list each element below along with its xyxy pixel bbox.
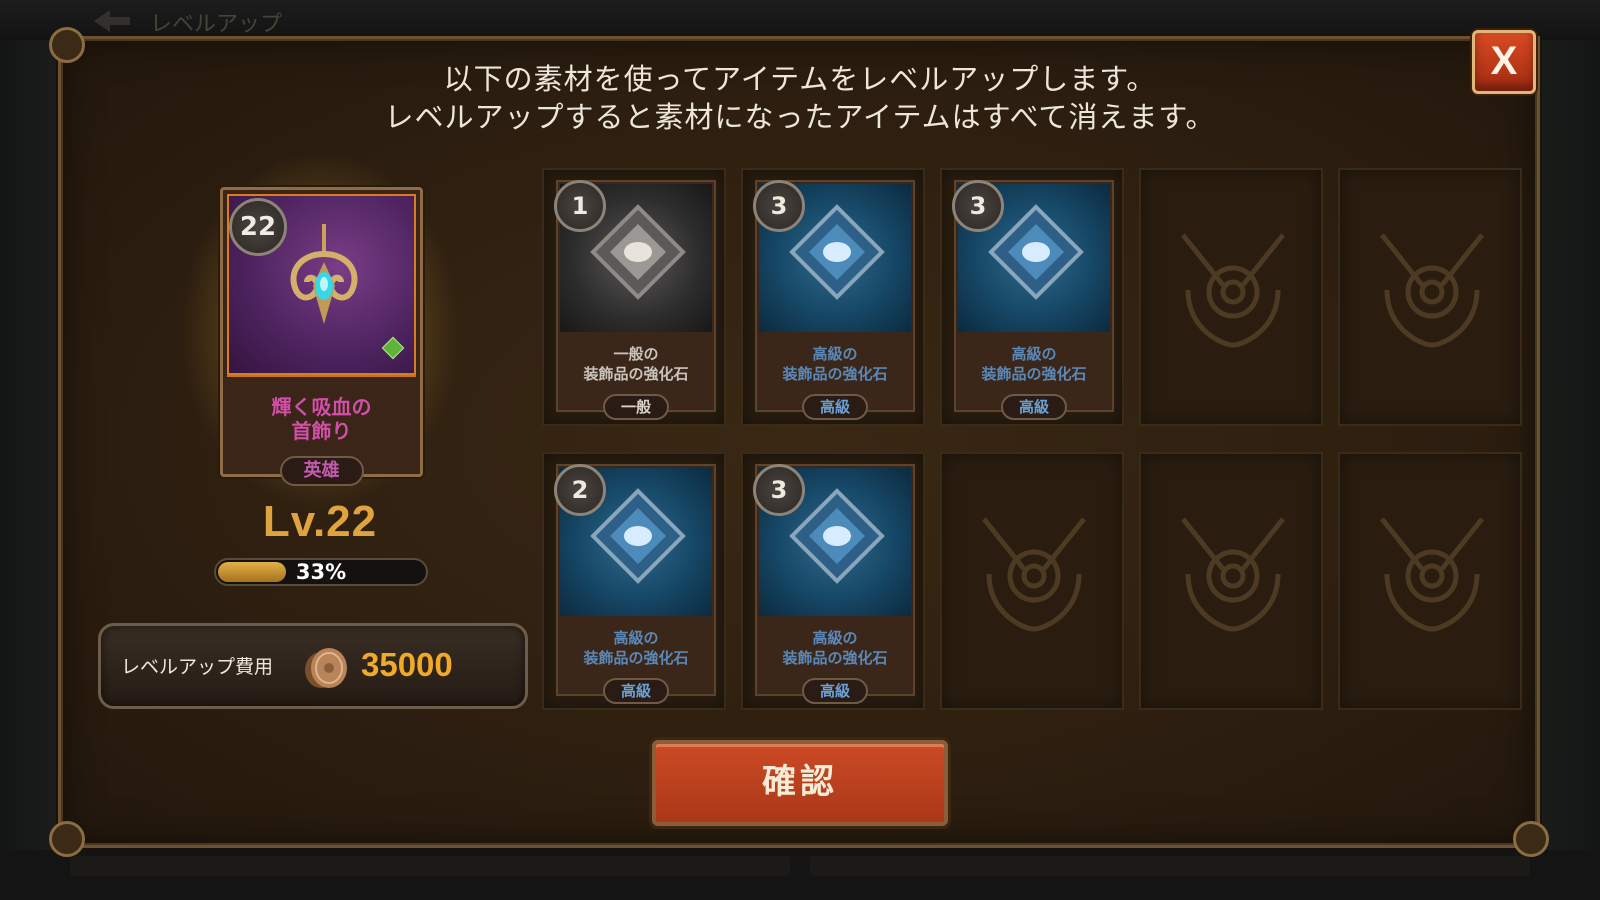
material-card: 2 高級の 装飾品の強化石 高級 (554, 464, 716, 704)
material-name: 高級の 装飾品の強化石 (757, 628, 913, 668)
material-count-badge: 2 (554, 464, 606, 516)
material-name: 高級の 装飾品の強化石 (956, 344, 1112, 384)
material-name-line-1: 高級の (812, 629, 858, 647)
material-name: 高級の 装飾品の強化石 (558, 628, 714, 668)
target-item-name-line-2: 首飾り (291, 419, 352, 443)
background-bottom-bar-left (70, 856, 790, 876)
material-card: 3 高級の 装飾品の強化石 高級 (952, 180, 1114, 420)
target-item-name-line-1: 輝く吸血の (271, 395, 372, 419)
material-slot-4[interactable]: 2 高級の 装飾品の強化石 高級 (542, 452, 726, 710)
material-slot-3[interactable]: 3 高級の 装飾品の強化石 高級 (940, 168, 1124, 426)
material-name-line-1: 高級の (1011, 345, 1057, 363)
dialog-description: 以下の素材を使ってアイテムをレベルアップします。 レベルアップすると素材になった… (0, 60, 1600, 136)
level-up-cost-box: レベルアップ費用 35000 (98, 623, 528, 709)
description-line-2: レベルアップすると素材になったアイテムはすべて消えます。 (384, 100, 1216, 134)
corner-ornament (1513, 821, 1549, 857)
target-item-rarity: 英雄 (279, 456, 364, 486)
emblem-icon (1380, 233, 1484, 348)
target-item-card[interactable]: 22 輝く吸血の 首飾り 英雄 (220, 187, 423, 486)
material-slot-1[interactable]: 1 一般の 装飾品の強化石 一般 (542, 168, 726, 426)
description-line-1: 以下の素材を使ってアイテムをレベルアップします。 (443, 62, 1157, 96)
empty-material-slot[interactable] (1139, 168, 1323, 426)
background-right-panel (1530, 40, 1600, 900)
material-name-line-1: 高級の (613, 629, 659, 647)
empty-material-slot[interactable] (940, 452, 1124, 710)
material-name: 高級の 装飾品の強化石 (757, 344, 913, 384)
material-name-line-2: 装飾品の強化石 (583, 365, 689, 383)
material-name-line-2: 装飾品の強化石 (782, 365, 888, 383)
material-name-line-1: 一般の (613, 345, 659, 363)
material-rarity: 高級 (602, 678, 670, 704)
material-name: 一般の 装飾品の強化石 (558, 344, 714, 384)
confirm-button[interactable]: 確認 (652, 740, 948, 826)
level-progress-text: 33% (295, 560, 347, 584)
material-slot-2[interactable]: 3 高級の 装飾品の強化石 高級 (741, 168, 925, 426)
material-name-line-2: 装飾品の強化石 (583, 649, 689, 667)
background-screen-title: レベルアップ (150, 12, 283, 37)
back-arrow-icon (94, 10, 130, 32)
material-count-badge: 1 (554, 180, 606, 232)
corner-ornament (49, 27, 85, 63)
item-level-text: Lv.22 (262, 497, 378, 546)
empty-material-slot[interactable] (1139, 452, 1323, 710)
material-name-line-2: 装飾品の強化石 (782, 649, 888, 667)
material-name-line-1: 高級の (812, 345, 858, 363)
material-rarity: 高級 (1000, 394, 1068, 420)
material-card: 3 高級の 装飾品の強化石 高級 (753, 180, 915, 420)
material-card: 3 高級の 装飾品の強化石 高級 (753, 464, 915, 704)
material-slot-5[interactable]: 3 高級の 装飾品の強化石 高級 (741, 452, 925, 710)
item-level-badge: 22 (229, 198, 287, 256)
emblem-icon (1380, 517, 1484, 632)
cost-value: 35000 (361, 646, 453, 683)
material-rarity: 一般 (602, 394, 670, 420)
emblem-icon (1181, 517, 1285, 632)
material-count-badge: 3 (753, 464, 805, 516)
background-bottom-bar-right (810, 856, 1530, 876)
empty-material-slot[interactable] (1338, 168, 1522, 426)
material-rarity: 高級 (801, 678, 869, 704)
cost-label: レベルアップ費用 (121, 656, 274, 678)
empty-material-slot[interactable] (1338, 452, 1522, 710)
emblem-icon (982, 517, 1086, 632)
corner-ornament (49, 821, 85, 857)
coin-icon (305, 648, 347, 688)
background-left-panel (0, 40, 62, 900)
level-progress-bar: 33% (214, 558, 428, 586)
material-card: 1 一般の 装飾品の強化石 一般 (554, 180, 716, 420)
material-name-line-2: 装飾品の強化石 (981, 365, 1087, 383)
necklace-icon (290, 224, 358, 324)
material-count-badge: 3 (952, 180, 1004, 232)
material-count-badge: 3 (753, 180, 805, 232)
emblem-icon (1181, 233, 1285, 348)
material-rarity: 高級 (801, 394, 869, 420)
target-item-name: 輝く吸血の 首飾り (223, 395, 420, 443)
